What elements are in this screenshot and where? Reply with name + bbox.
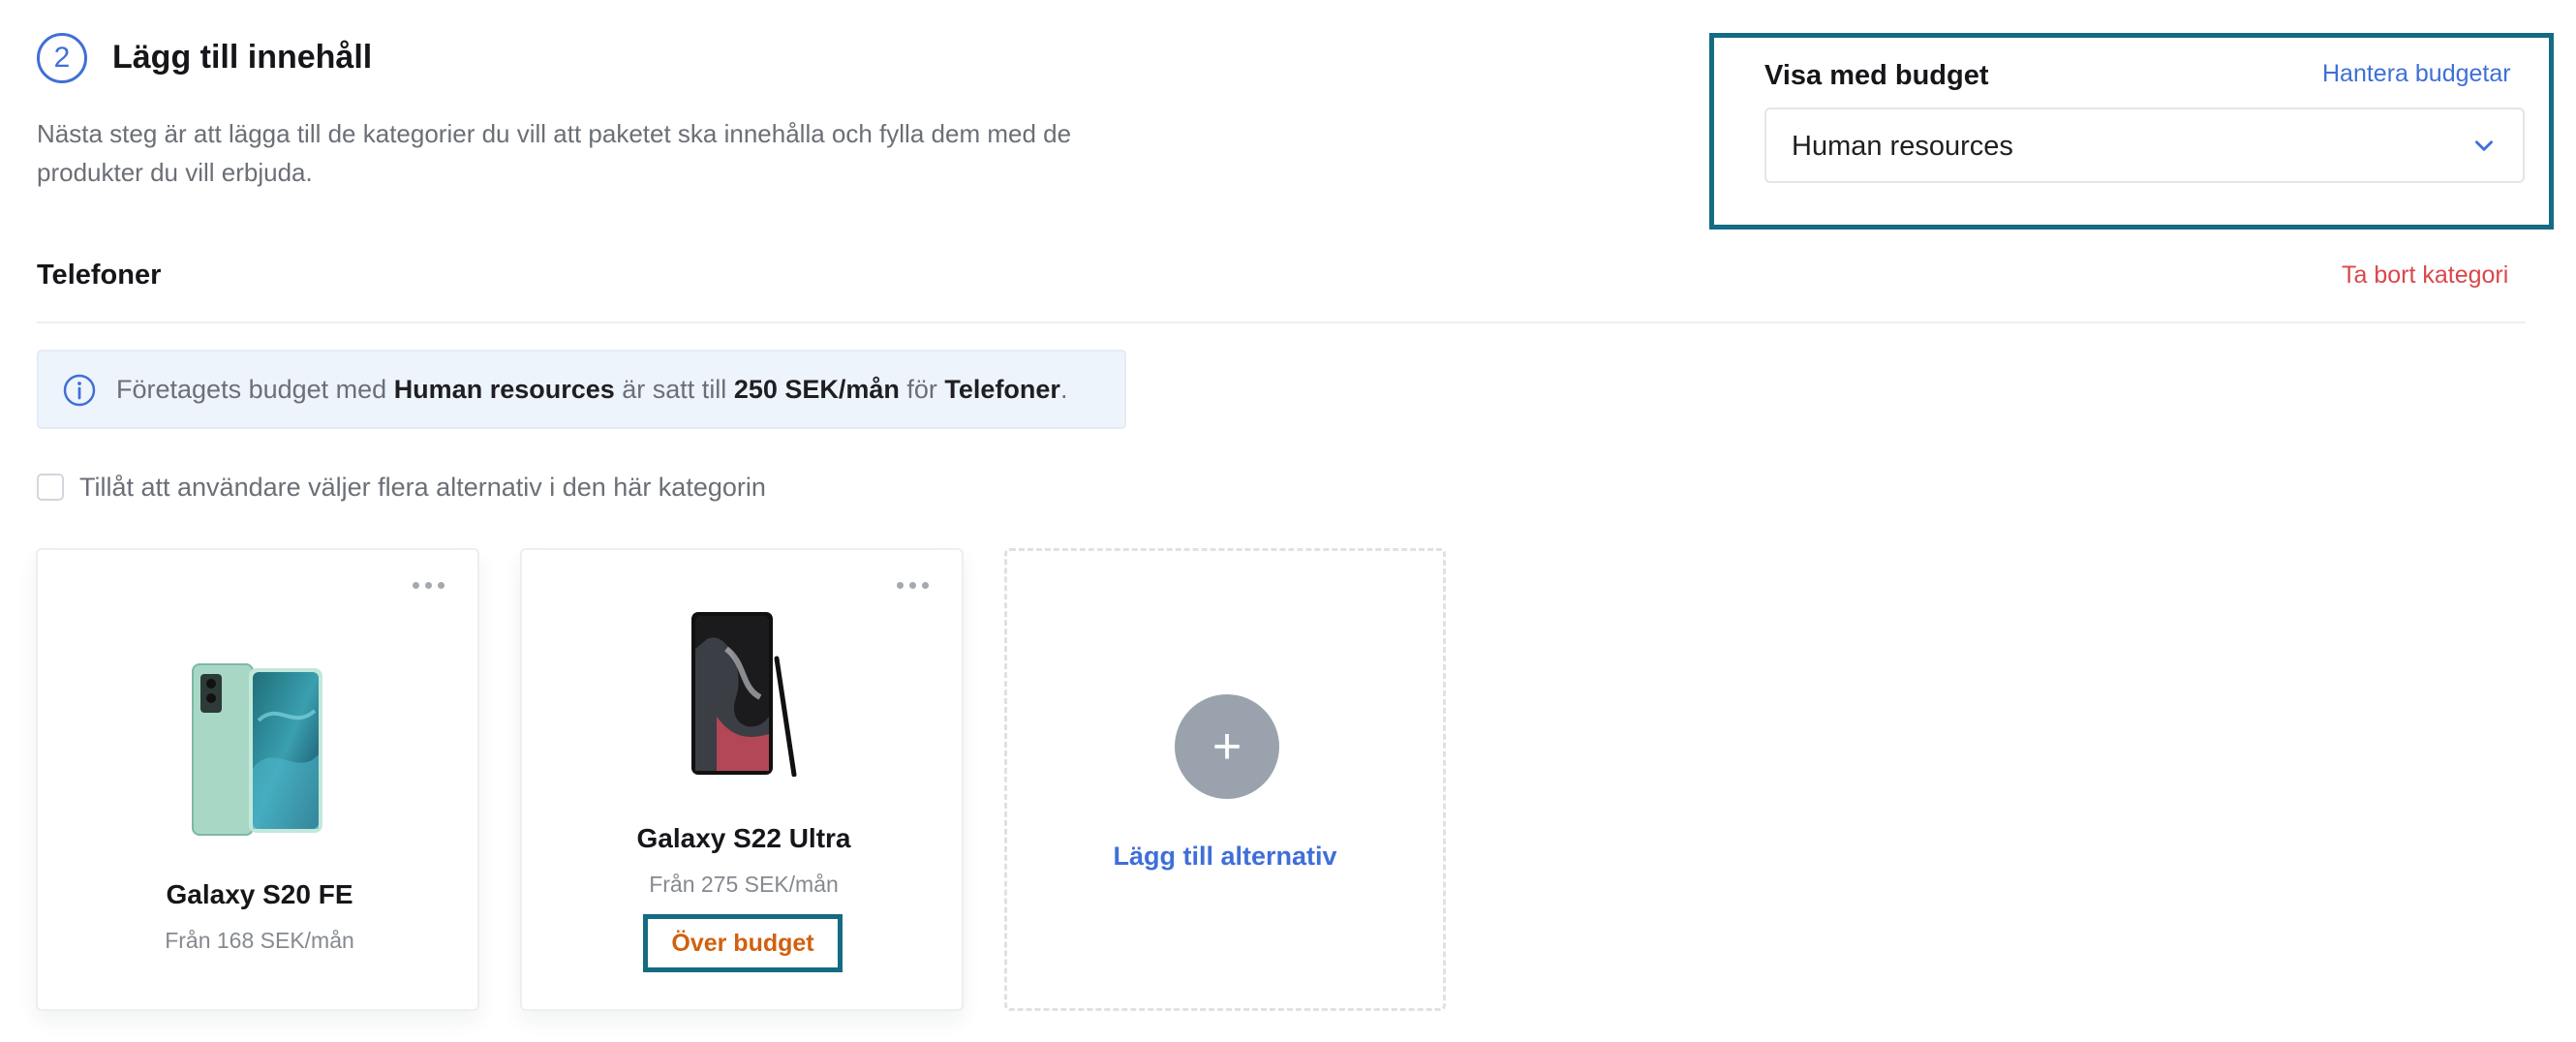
product-price: Från 275 SEK/mån xyxy=(649,872,839,897)
over-budget-badge[interactable]: Över budget xyxy=(643,914,843,972)
add-option-label[interactable]: Lägg till alternativ xyxy=(1007,842,1443,872)
chevron-down-icon xyxy=(2475,140,2493,151)
step-title: Lägg till innehåll xyxy=(112,39,373,76)
budget-info-banner: Företagets budget med Human resources är… xyxy=(37,350,1126,429)
info-category-name: Telefoner xyxy=(944,375,1060,404)
info-budget-amount: 250 SEK/mån xyxy=(733,375,900,404)
plus-icon[interactable]: + xyxy=(1175,694,1279,799)
info-budget-name: Human resources xyxy=(393,375,615,404)
product-card[interactable]: Galaxy S20 FE Från 168 SEK/mån xyxy=(36,548,479,1011)
category-title: Telefoner xyxy=(37,260,162,291)
step-description: Nästa steg är att lägga till de kategori… xyxy=(37,119,1072,187)
product-name: Galaxy S20 FE xyxy=(166,879,353,909)
allow-multiple-checkbox[interactable] xyxy=(37,474,64,501)
remove-category-link[interactable]: Ta bort kategori xyxy=(2342,261,2508,290)
budget-label: Visa med budget xyxy=(1764,60,1989,91)
manage-budgets-link[interactable]: Hantera budgetar xyxy=(2322,60,2511,88)
budget-select[interactable]: Human resources xyxy=(1764,107,2525,183)
more-icon[interactable] xyxy=(413,577,451,593)
add-option-card[interactable]: + Lägg till alternativ xyxy=(1004,548,1446,1011)
info-icon xyxy=(63,374,96,407)
more-icon[interactable] xyxy=(897,577,935,593)
phone-black-stylus-image xyxy=(691,612,797,777)
step-number-badge: 2 xyxy=(37,33,87,83)
budget-select-value: Human resources xyxy=(1792,131,2013,162)
product-name: Galaxy S22 Ultra xyxy=(636,823,851,853)
product-price: Från 168 SEK/mån xyxy=(165,928,354,953)
allow-multiple-label[interactable]: Tillåt att användare väljer flera altern… xyxy=(79,473,766,503)
budget-info-text: Företagets budget med Human resources är… xyxy=(116,375,1068,404)
phone-green-image xyxy=(192,663,322,836)
divider xyxy=(37,322,2526,323)
